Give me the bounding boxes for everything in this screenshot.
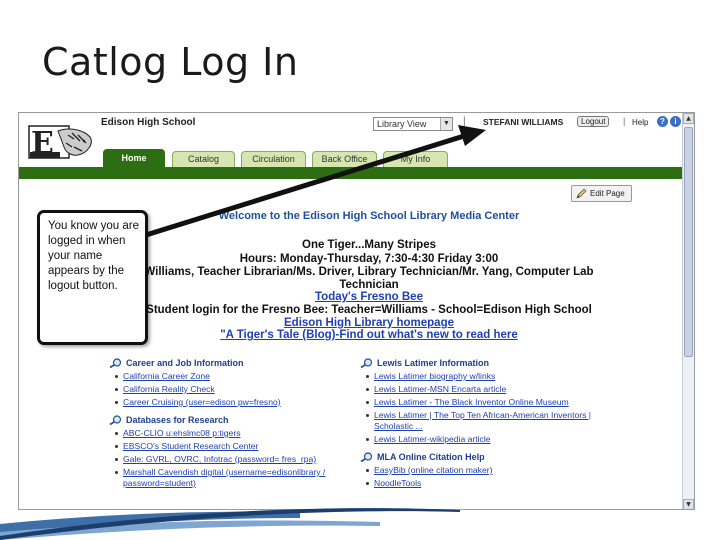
tab-circulation[interactable]: Circulation — [241, 151, 306, 167]
info-icon[interactable]: i — [670, 116, 681, 127]
mla-links: EasyBib (online citation maker) NoodleTo… — [360, 465, 600, 489]
database-links: ABC-CLIO u:ehslmc08 p:tigers EBSCO's Stu… — [109, 428, 349, 489]
scroll-up-arrow-icon[interactable]: ▲ — [683, 113, 694, 124]
school-name: Edison High School — [101, 117, 196, 128]
screenshot-frame: E Edison High School Library View ▼ | ST… — [18, 112, 695, 510]
section-heading-text: Databases for Research — [126, 415, 229, 425]
pencil-icon — [576, 188, 587, 199]
tagline: One Tiger...Many Stripes — [302, 239, 436, 251]
list-item-link[interactable]: Lewis Latimer biography w/links — [366, 371, 600, 382]
help-link[interactable]: Help — [632, 118, 648, 127]
library-homepage-link[interactable]: Edison High Library homepage — [119, 317, 619, 329]
slide-title: Catlog Log In — [42, 40, 299, 84]
section-heading-text: MLA Online Citation Help — [377, 452, 485, 462]
callout-box: You know you are logged in when your nam… — [37, 210, 148, 345]
staff-text-continued: Technician — [339, 279, 399, 291]
career-links: California Career Zone California Realit… — [109, 371, 349, 408]
separator: | — [623, 116, 626, 126]
list-item-link[interactable]: Lewis Latimer | The Top Ten African-Amer… — [366, 410, 600, 432]
magnifier-icon — [360, 452, 373, 462]
list-item-link[interactable]: Lewis Latimer - The Black Inventor Onlin… — [366, 397, 600, 408]
edit-page-label: Edit Page — [590, 189, 625, 198]
list-item-link[interactable]: ABC-CLIO u:ehslmc08 p:tigers — [115, 428, 349, 439]
staff-text: Williams, Teacher Librarian/Ms. Driver, … — [144, 266, 594, 278]
section-heading-career: Career and Job Information — [109, 357, 349, 369]
scroll-thumb[interactable] — [684, 127, 693, 357]
hours-text: Hours: Monday-Thursday, 7:30-4:30 Friday… — [239, 253, 499, 265]
left-link-column: Career and Job Information California Ca… — [109, 357, 349, 495]
decorative-swoosh — [0, 508, 460, 540]
list-item-link[interactable]: Career Cruising (user=edison pw=fresno) — [115, 397, 349, 408]
student-login-text: Student login for the Fresno Bee: Teache… — [146, 304, 592, 316]
tab-home[interactable]: Home — [103, 149, 165, 167]
list-item-link[interactable]: Marshall Cavendish digital (username=edi… — [115, 467, 349, 489]
user-name: STEFANI WILLIAMS — [483, 117, 564, 127]
section-heading-text: Lewis Latimer Information — [377, 358, 490, 368]
list-item-link[interactable]: California Reality Check — [115, 384, 349, 395]
list-item-link[interactable]: Gale: GVRL, OVRC, Infotrac (password= fr… — [115, 454, 349, 465]
logout-button[interactable]: Logout — [577, 116, 610, 127]
list-item-link[interactable]: Lewis Latimer-MSN Encarta article — [366, 384, 600, 395]
list-item-link[interactable]: EasyBib (online citation maker) — [366, 465, 600, 476]
section-heading-text: Career and Job Information — [126, 358, 244, 368]
vertical-scrollbar[interactable]: ▲ ▼ — [682, 113, 694, 509]
magnifier-icon — [360, 358, 373, 368]
section-heading-databases: Databases for Research — [109, 414, 349, 426]
nav-green-bar — [19, 167, 683, 179]
welcome-heading: Welcome to the Edison High School Librar… — [218, 210, 520, 222]
fresno-bee-link[interactable]: Today's Fresno Bee — [119, 291, 619, 303]
right-link-column: Lewis Latimer Information Lewis Latimer … — [360, 357, 600, 495]
separator: | — [463, 116, 466, 127]
magnifier-icon — [109, 415, 122, 425]
blog-link[interactable]: "A Tiger's Tale (Blog)-Find out what's n… — [119, 329, 619, 341]
latimer-links: Lewis Latimer biography w/links Lewis La… — [360, 371, 600, 445]
main-tabs: Home Catalog Circulation Back Office My … — [19, 149, 683, 167]
help-icon[interactable]: ? — [657, 116, 668, 127]
top-bar: E Edison High School Library View ▼ | ST… — [19, 113, 683, 169]
magnifier-icon — [109, 358, 122, 368]
tab-back-office[interactable]: Back Office — [312, 151, 377, 167]
tab-my-info[interactable]: My Info — [383, 151, 448, 167]
list-item-link[interactable]: California Career Zone — [115, 371, 349, 382]
chevron-down-icon: ▼ — [440, 118, 452, 130]
list-item-link[interactable]: NoodleTools — [366, 478, 600, 489]
list-item-link[interactable]: Lewis Latimer-wikipedia article — [366, 434, 600, 445]
list-item-link[interactable]: EBSCO's Student Research Center — [115, 441, 349, 452]
library-view-select[interactable]: Library View ▼ — [373, 117, 453, 131]
section-heading-mla: MLA Online Citation Help — [360, 451, 600, 463]
library-view-value: Library View — [377, 119, 427, 129]
tab-catalog[interactable]: Catalog — [172, 151, 235, 167]
edit-page-button[interactable]: Edit Page — [571, 185, 632, 202]
section-heading-latimer: Lewis Latimer Information — [360, 357, 600, 369]
